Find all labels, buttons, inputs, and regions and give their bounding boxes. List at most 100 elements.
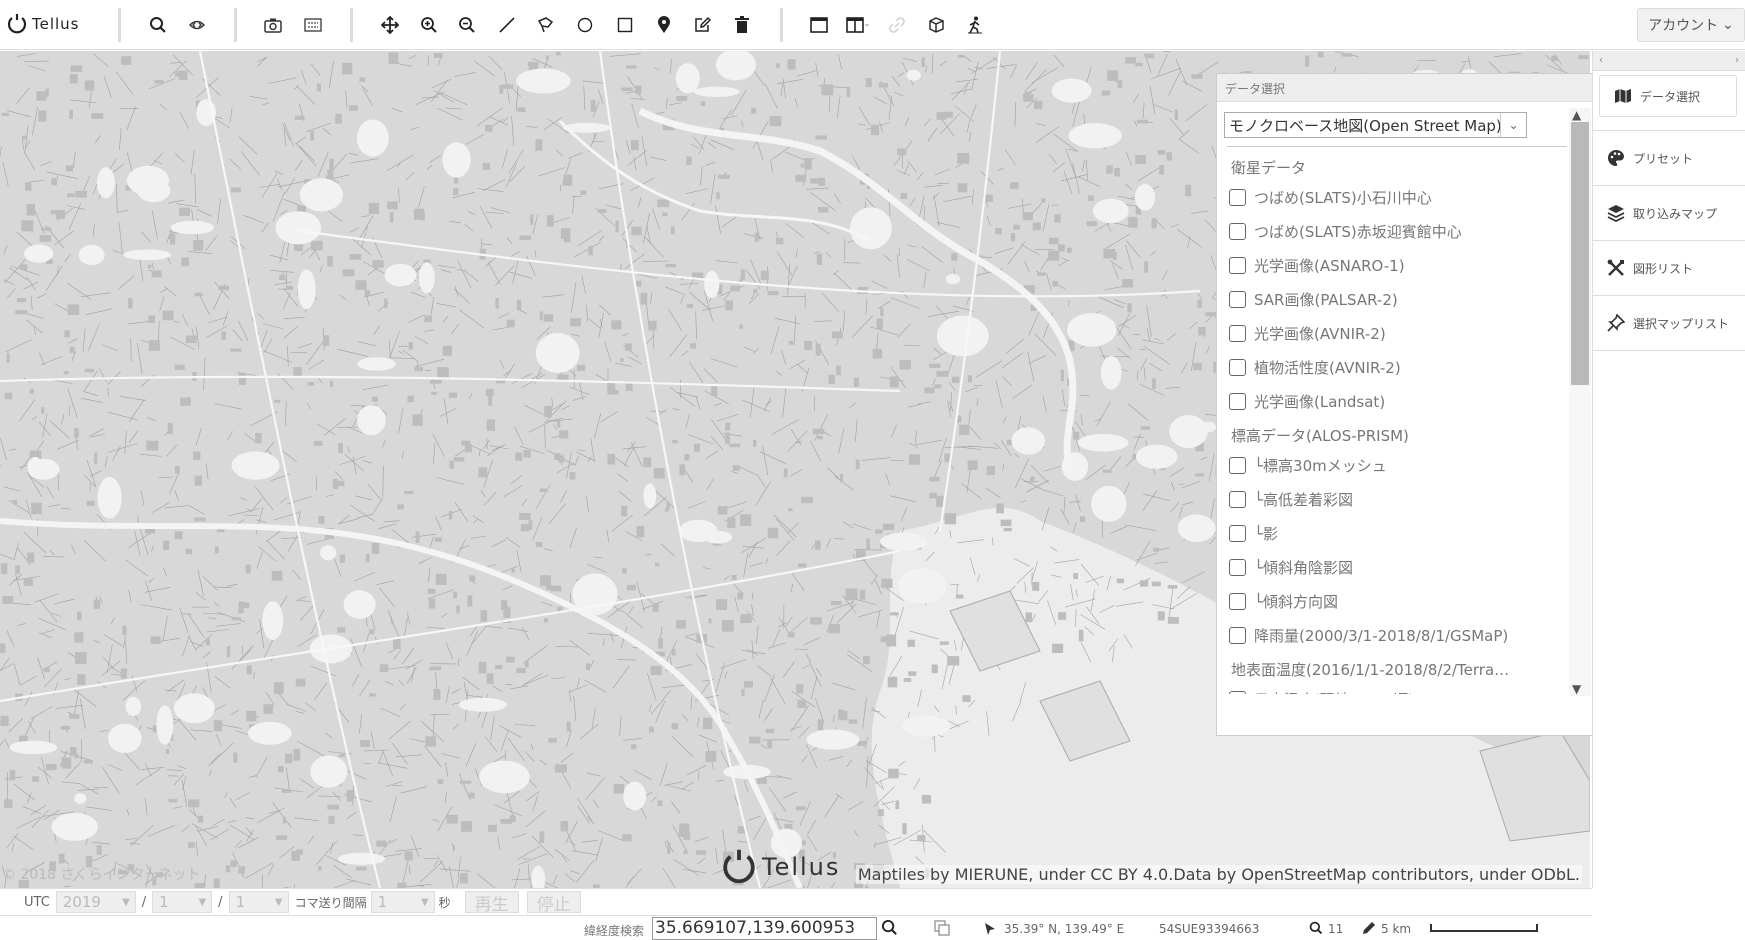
split-window-icon — [846, 17, 869, 33]
day-select[interactable]: 1 ▼ — [228, 891, 289, 913]
data-layer-list: 衛星データ つばめ(SLATS)小石川中心 つばめ(SLATS)赤坂迎賓館中心 光学画… — [1217, 150, 1569, 694]
frame-interval-select[interactable]: 1 ▼ — [370, 891, 435, 913]
layer-list-item[interactable]: つばめ(SLATS)赤坂迎賓館中心 — [1217, 214, 1569, 248]
layer-list-item[interactable]: 光学画像(ASNARO-1) — [1217, 248, 1569, 282]
camera-icon — [264, 18, 282, 33]
layer-checkbox[interactable] — [1229, 324, 1246, 342]
stop-button[interactable]: 停止 — [526, 891, 581, 915]
copy-coordinates-button[interactable] — [934, 920, 950, 939]
side-item-shape-list[interactable]: 図形リスト — [1593, 241, 1745, 296]
panel-scrollbar[interactable]: ▲ ▼ — [1569, 108, 1591, 696]
time-control-bar: UTC 2019 ▼ / 1 ▼ / 1 ▼ コマ送り間隔 1 ▼ 秒 再生 停止 — [0, 888, 1592, 915]
layer-list-item[interactable]: └傾斜角陰影図 — [1217, 550, 1569, 584]
panel-divider — [1227, 146, 1567, 147]
scrollbar-thumb[interactable] — [1571, 122, 1589, 385]
layer-checkbox[interactable] — [1229, 358, 1246, 376]
copy-icon — [934, 920, 950, 936]
layer-list-item[interactable]: └傾斜方向図 — [1217, 584, 1569, 618]
side-item-imported-maps[interactable]: 取り込みマップ — [1593, 186, 1745, 241]
chevron-down-icon: ▼ — [198, 896, 207, 908]
place-marker-button[interactable] — [649, 10, 679, 40]
delete-shape-button[interactable] — [727, 10, 757, 40]
play-button[interactable]: 再生 — [464, 891, 519, 915]
link-icon — [889, 17, 905, 33]
layer-list-item[interactable]: 降雨量(2000/3/1-2018/8/1/GSMaP) — [1217, 618, 1569, 652]
ruler-pencil-icon — [1362, 921, 1376, 938]
zoom-in-button[interactable] — [414, 10, 444, 40]
zoom-out-button[interactable] — [452, 10, 482, 40]
layer-label: 光学画像(Landsat) — [1254, 392, 1386, 411]
share-button[interactable] — [182, 10, 212, 40]
edit-shape-button[interactable] — [687, 10, 717, 40]
split-view-button[interactable] — [843, 10, 873, 40]
layer-list-item[interactable]: └標高30mメッシュ — [1217, 448, 1569, 482]
layer-checkbox[interactable] — [1229, 490, 1246, 508]
mgrs-code: 54SUE93394663 — [1159, 922, 1260, 936]
layer-checkbox[interactable] — [1229, 456, 1246, 474]
layer-list-item[interactable]: 日中温度(現地10:30頃) — [1217, 682, 1569, 694]
chevron-down-icon: ▼ — [274, 896, 283, 908]
legend-button[interactable] — [298, 10, 328, 40]
coordinate-search-label: 緯経度検索 — [584, 924, 645, 938]
search-button[interactable] — [143, 10, 173, 40]
draw-polygon-button[interactable] — [530, 10, 560, 40]
layer-checkbox[interactable] — [1229, 592, 1246, 610]
coordinate-search-input[interactable]: 35.669107,139.600953 — [652, 917, 877, 940]
collapse-arrow-icon[interactable]: ‹ — [1599, 55, 1603, 66]
draw-rectangle-button[interactable] — [610, 10, 640, 40]
layer-list-item[interactable]: SAR画像(PALSAR-2) — [1217, 282, 1569, 316]
layer-checkbox[interactable] — [1229, 392, 1246, 410]
layer-checkbox[interactable] — [1229, 690, 1246, 694]
watermark-text: Tellus — [762, 853, 841, 881]
year-select[interactable]: 2019 ▼ — [55, 891, 136, 913]
layer-label: 植物活性度(AVNIR-2) — [1254, 358, 1401, 377]
draw-circle-button[interactable] — [570, 10, 600, 40]
side-item-presets[interactable]: プリセット — [1593, 131, 1745, 186]
side-item-label: 図形リスト — [1633, 261, 1694, 276]
link-views-button[interactable] — [882, 10, 912, 40]
layer-label: 日中温度(現地10:30頃) — [1254, 689, 1414, 695]
side-item-data-select[interactable]: データ選択 — [1599, 75, 1737, 117]
layer-checkbox[interactable] — [1229, 626, 1246, 644]
layer-checkbox[interactable] — [1229, 188, 1246, 206]
expand-arrow-icon[interactable]: › — [1735, 55, 1739, 66]
coordinate-search-button[interactable] — [881, 919, 898, 939]
single-view-button[interactable] — [804, 10, 834, 40]
layer-checkbox[interactable] — [1229, 222, 1246, 240]
pan-button[interactable] — [375, 10, 405, 40]
zoom-out-icon — [459, 17, 475, 33]
layer-label: 光学画像(ASNARO-1) — [1254, 256, 1405, 275]
cursor-arrow-icon — [984, 922, 996, 939]
street-view-button[interactable] — [960, 10, 990, 40]
zoom-in-icon — [421, 17, 437, 33]
layer-checkbox[interactable] — [1229, 290, 1246, 308]
account-menu-button[interactable]: アカウント ⌄ — [1637, 8, 1745, 42]
data-selection-panel: データ選択 モノクロベース地図(Open Street Map) ⌄ 衛星データ… — [1216, 73, 1592, 736]
layer-list-item[interactable]: └高低差着彩図 — [1217, 482, 1569, 516]
base-map-select[interactable]: モノクロベース地図(Open Street Map) ⌄ — [1224, 112, 1527, 138]
map-attribution: Maptiles by MIERUNE, under CC BY 4.0.Dat… — [855, 865, 1582, 884]
layer-list-item[interactable]: 光学画像(Landsat) — [1217, 384, 1569, 418]
base-map-select-value: モノクロベース地図(Open Street Map) — [1229, 116, 1500, 135]
layer-checkbox[interactable] — [1229, 524, 1246, 542]
layer-label: └傾斜方向図 — [1254, 592, 1339, 611]
month-select[interactable]: 1 ▼ — [152, 891, 213, 913]
app-logo[interactable]: Tellus — [6, 8, 80, 40]
layer-list-item[interactable]: つばめ(SLATS)小石川中心 — [1217, 180, 1569, 214]
scroll-down-arrow-icon[interactable]: ▼ — [1572, 682, 1581, 696]
layer-list-item[interactable]: 植物活性度(AVNIR-2) — [1217, 350, 1569, 384]
3d-view-button[interactable] — [921, 10, 951, 40]
panel-title: データ選択 — [1217, 74, 1592, 102]
scroll-up-arrow-icon[interactable]: ▲ — [1572, 108, 1581, 122]
circle-icon — [577, 17, 593, 33]
date-separator: / — [218, 894, 223, 910]
status-bar: 緯経度検索 35.669107,139.600953 35.39° N, 139… — [0, 915, 1592, 940]
screenshot-button[interactable] — [258, 10, 288, 40]
layer-list-item[interactable]: 光学画像(AVNIR-2) — [1217, 316, 1569, 350]
side-item-selected-map-list[interactable]: 選択マップリスト — [1593, 296, 1745, 351]
scale-bar — [1430, 924, 1538, 932]
layer-list-item[interactable]: └影 — [1217, 516, 1569, 550]
draw-line-button[interactable] — [492, 10, 522, 40]
layer-checkbox[interactable] — [1229, 256, 1246, 274]
layer-checkbox[interactable] — [1229, 558, 1246, 576]
